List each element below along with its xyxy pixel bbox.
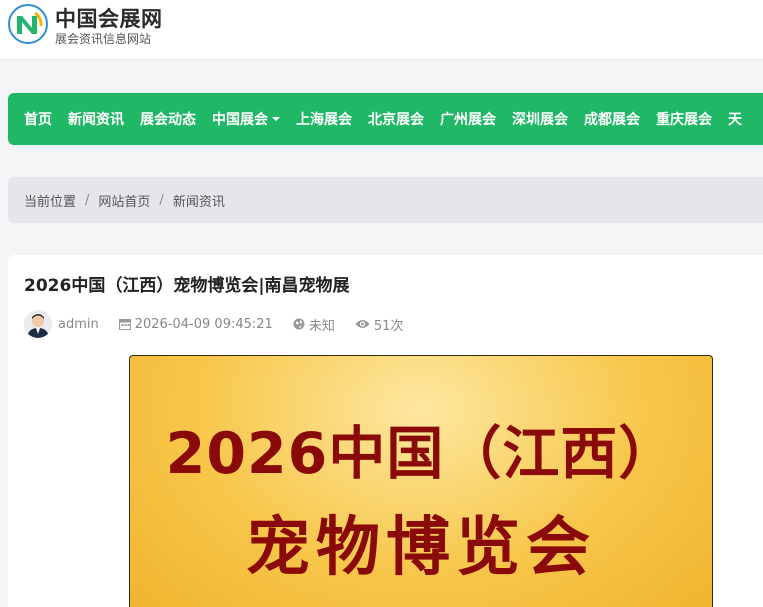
breadcrumb: 当前位置 / 网站首页 / 新闻资讯 bbox=[8, 177, 763, 223]
breadcrumb-home-link[interactable]: 网站首页 bbox=[98, 191, 150, 210]
publish-date: 2026-04-09 09:45:21 bbox=[118, 316, 273, 332]
site-header: 中国会展网 展会资讯信息网站 bbox=[0, 0, 763, 60]
chevron-down-icon bbox=[272, 117, 280, 121]
globe-icon bbox=[293, 318, 305, 330]
nav-item-shanghai[interactable]: 上海展会 bbox=[296, 109, 352, 129]
poster-subheadline: 宠物博览会 bbox=[246, 511, 596, 585]
nav-item-chongqing[interactable]: 重庆展会 bbox=[656, 109, 712, 129]
calendar-icon bbox=[118, 319, 131, 330]
nav-item-chengdu[interactable]: 成都展会 bbox=[584, 109, 640, 129]
breadcrumb-separator: / bbox=[85, 192, 90, 208]
article-location: 未知 bbox=[293, 315, 335, 334]
nav-item-guangzhou[interactable]: 广州展会 bbox=[440, 109, 496, 129]
poster-headline: 2026中国（江西） bbox=[165, 421, 677, 487]
nav-item-beijing[interactable]: 北京展会 bbox=[368, 109, 424, 129]
avatar[interactable] bbox=[24, 310, 52, 338]
publish-date-text: 2026-04-09 09:45:21 bbox=[134, 316, 273, 332]
location-text: 未知 bbox=[308, 318, 335, 334]
nav-item-news[interactable]: 新闻资讯 bbox=[68, 109, 124, 129]
nav-item-exhibition-news[interactable]: 展会动态 bbox=[140, 109, 196, 129]
article-meta: admin 2026-04-09 09:45:21 未知 51次 bbox=[24, 310, 423, 338]
nav-item-tianjin[interactable]: 天 bbox=[728, 109, 742, 129]
article-card: 2026中国（江西）宠物博览会|南昌宠物展 admin 2026-04-09 0… bbox=[8, 255, 763, 607]
site-tagline: 展会资讯信息网站 bbox=[55, 32, 152, 46]
author-name[interactable]: admin bbox=[58, 317, 99, 332]
breadcrumb-separator: / bbox=[159, 192, 164, 208]
nav-item-home[interactable]: 首页 bbox=[24, 109, 52, 129]
nav-item-china-exhibitions[interactable]: 中国展会 bbox=[212, 109, 280, 129]
view-count-text: 51次 bbox=[373, 318, 404, 334]
article-poster-image: 2026中国（江西） 宠物博览会 bbox=[129, 355, 713, 607]
nav-item-shenzhen[interactable]: 深圳展会 bbox=[512, 109, 568, 129]
view-count: 51次 bbox=[355, 315, 404, 334]
breadcrumb-label: 当前位置 bbox=[24, 194, 77, 210]
user-avatar-icon bbox=[24, 310, 52, 338]
breadcrumb-news-link[interactable]: 新闻资讯 bbox=[173, 191, 225, 210]
article-title: 2026中国（江西）宠物博览会|南昌宠物展 bbox=[24, 276, 350, 296]
site-logo-icon[interactable] bbox=[8, 4, 48, 44]
main-nav: 首页 新闻资讯 展会动态 中国展会 上海展会 北京展会 广州展会 深圳展会 成都… bbox=[8, 93, 763, 145]
eye-icon bbox=[355, 320, 370, 328]
site-name[interactable]: 中国会展网 bbox=[55, 3, 163, 33]
